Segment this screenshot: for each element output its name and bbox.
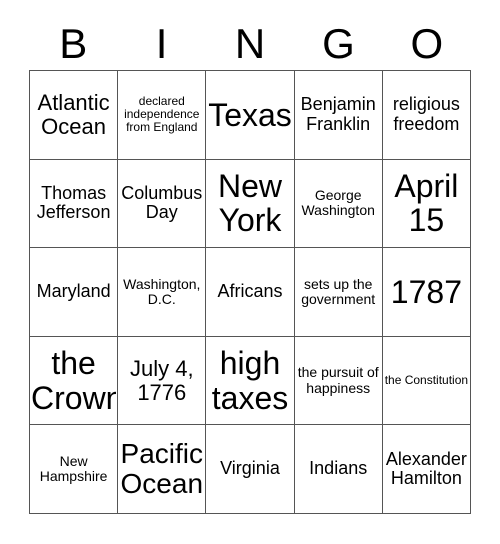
- bingo-cell-r2c4[interactable]: George Washington: [294, 159, 383, 249]
- bingo-cell-label: religious freedom: [392, 95, 460, 134]
- bingo-cell-r3c5[interactable]: 1787: [382, 248, 471, 337]
- bingo-header-letter-o: O: [410, 20, 444, 67]
- bingo-cell-r4c1[interactable]: the Crown: [30, 336, 119, 426]
- bingo-grid: Atlantic Ocean declared independence fro…: [29, 70, 471, 514]
- bingo-cell-r1c2[interactable]: declared independence from England: [118, 71, 207, 160]
- bingo-cell-r2c5[interactable]: April 15: [382, 159, 471, 249]
- bingo-cell-label: New Hampshire: [39, 454, 108, 485]
- bingo-cell-label: July 4, 1776: [129, 356, 194, 405]
- bingo-cell-r2c2[interactable]: Columbus Day: [118, 159, 207, 249]
- bingo-cell-r5c3[interactable]: Virginia: [206, 425, 295, 514]
- bingo-cell-label: George Washington: [301, 188, 375, 219]
- bingo-cell-r4c5[interactable]: the Constitution: [382, 336, 471, 426]
- bingo-cell-label: high taxes: [211, 346, 289, 416]
- bingo-cell-label: the Constitution: [384, 374, 469, 388]
- bingo-cell-r2c3[interactable]: New York: [206, 159, 295, 249]
- bingo-cell-label: Africans: [217, 282, 283, 302]
- bingo-header-letter-g: G: [322, 20, 355, 67]
- bingo-cell-r4c4[interactable]: the pursuit of happiness: [294, 336, 383, 426]
- bingo-cell-r3c3[interactable]: Africans: [206, 248, 295, 337]
- bingo-cell-label: declared independence from England: [124, 95, 200, 135]
- bingo-cell-label: Washington, D.C.: [123, 276, 201, 307]
- bingo-cell-label: the pursuit of happiness: [297, 365, 379, 396]
- bingo-cell-r4c3[interactable]: high taxes: [206, 336, 295, 426]
- bingo-cell-r1c4[interactable]: Benjamin Franklin: [294, 71, 383, 160]
- bingo-cell-r3c1[interactable]: Maryland: [30, 248, 119, 337]
- bingo-cell-label: Atlantic Ocean: [37, 91, 110, 139]
- bingo-cell-r4c2[interactable]: July 4, 1776: [118, 336, 207, 426]
- bingo-cell-label: April 15: [394, 168, 459, 238]
- bingo-cell-r1c3[interactable]: Texas: [206, 71, 295, 160]
- bingo-cell-r3c4[interactable]: sets up the government: [294, 248, 383, 337]
- bingo-cell-r1c1[interactable]: Atlantic Ocean: [30, 71, 119, 160]
- bingo-cell-label: Virginia: [220, 459, 280, 479]
- bingo-card: B I N G O Atlantic Ocean declared indepe…: [0, 0, 500, 544]
- bingo-cell-label: Thomas Jefferson: [36, 183, 111, 223]
- bingo-cell-label: 1787: [390, 274, 462, 310]
- bingo-cell-label: Indians: [309, 459, 368, 479]
- bingo-cell-label: Columbus Day: [121, 183, 203, 223]
- bingo-cell-r2c1[interactable]: Thomas Jefferson: [30, 159, 119, 249]
- bingo-cell-r5c5[interactable]: Alexander Hamilton: [382, 425, 471, 514]
- bingo-header-letter-b: B: [59, 20, 88, 67]
- bingo-cell-label: Benjamin Franklin: [300, 95, 376, 134]
- bingo-cell-r5c2[interactable]: Pacific Ocean: [118, 425, 207, 514]
- bingo-cell-label: Pacific Ocean: [120, 438, 204, 500]
- bingo-cell-label: Alexander Hamilton: [385, 449, 467, 489]
- bingo-cell-r5c4[interactable]: Indians: [294, 425, 383, 514]
- bingo-cell-r1c5[interactable]: religious freedom: [382, 71, 471, 160]
- bingo-cell-r3c2[interactable]: Washington, D.C.: [118, 248, 207, 337]
- bingo-cell-label: New York: [217, 168, 282, 238]
- bingo-header-letter-i: I: [155, 20, 168, 67]
- bingo-header-letters: B I N G O: [29, 18, 471, 70]
- bingo-header-letter-n: N: [234, 20, 266, 67]
- bingo-cell-label: the Crown: [31, 346, 117, 416]
- bingo-cell-r5c1[interactable]: New Hampshire: [30, 425, 119, 514]
- bingo-cell-label: Maryland: [36, 282, 111, 302]
- bingo-cell-label: Texas: [208, 97, 292, 133]
- bingo-cell-label: sets up the government: [301, 276, 376, 307]
